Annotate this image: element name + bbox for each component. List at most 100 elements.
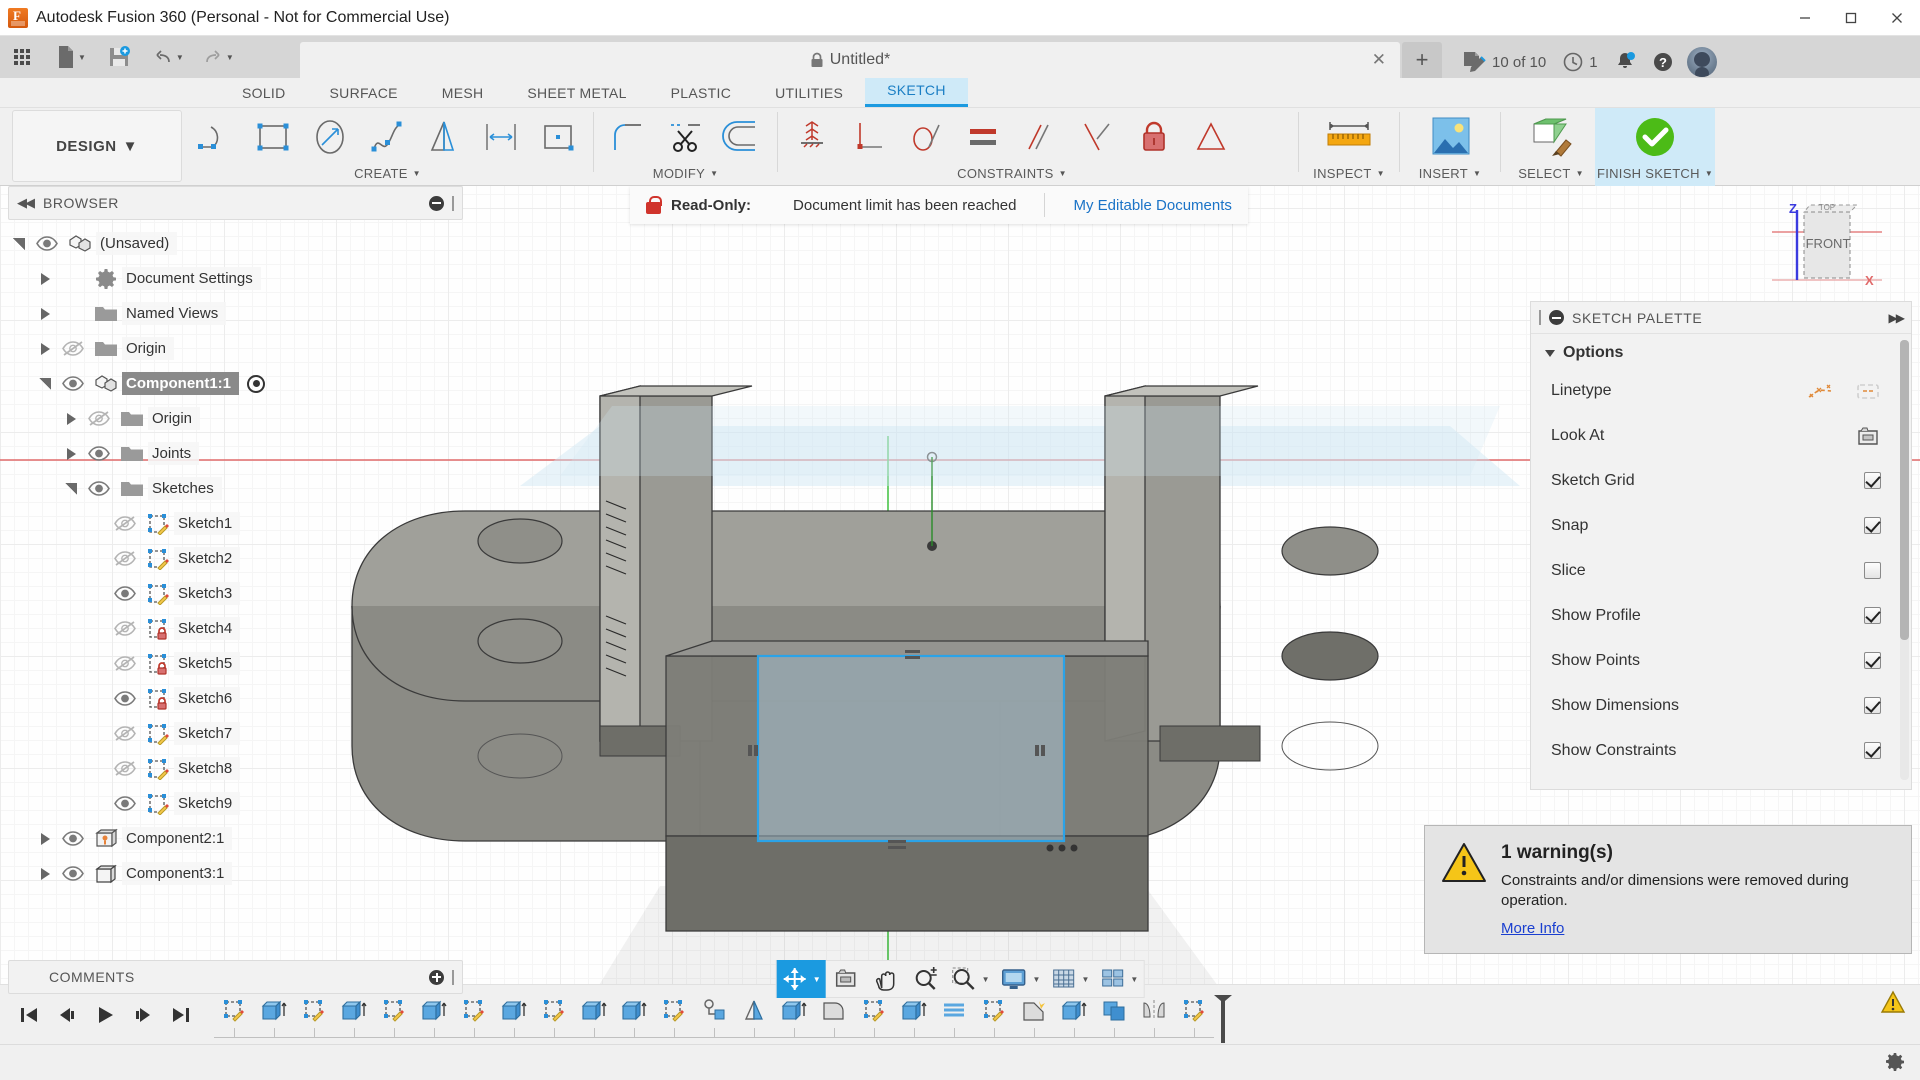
tree-item-sketch8[interactable]: Sketch8 — [8, 751, 463, 786]
tree-item-component1-1[interactable]: Component1:1 — [8, 366, 463, 401]
tree-item-named-views[interactable]: Named Views — [8, 296, 463, 331]
tree-item-component3-1[interactable]: Component3:1 — [8, 856, 463, 891]
expander-icon[interactable] — [60, 436, 82, 471]
palette-minimize-icon[interactable] — [1549, 310, 1564, 325]
tree-item-sketch7[interactable]: Sketch7 — [8, 716, 463, 751]
timeline-end-marker[interactable] — [1212, 993, 1232, 1045]
visibility-toggle-icon[interactable] — [56, 331, 90, 366]
tree-item-document-settings[interactable]: Document Settings — [8, 261, 463, 296]
visibility-toggle-icon[interactable] — [56, 856, 90, 891]
visibility-toggle-icon[interactable] — [108, 541, 142, 576]
help-button[interactable]: ? — [1645, 47, 1681, 77]
viewports-button[interactable]: ▼ — [1094, 960, 1143, 998]
coincident-constraint-icon[interactable] — [784, 110, 841, 164]
insert-image-icon[interactable] — [1406, 110, 1494, 164]
tab-surface[interactable]: SURFACE — [308, 81, 420, 107]
recent-activity-indicator[interactable]: 1 — [1555, 47, 1604, 77]
close-button[interactable] — [1874, 0, 1920, 36]
visibility-toggle-icon[interactable] — [108, 716, 142, 751]
timeline-feature-extrude[interactable] — [614, 989, 654, 1031]
parallel-constraint-icon[interactable] — [1012, 110, 1069, 164]
timeline-feature-sketch[interactable] — [214, 989, 254, 1031]
timeline-feature-extrude[interactable] — [574, 989, 614, 1031]
rectangular-pattern-icon[interactable] — [473, 110, 530, 164]
tree-item-origin[interactable]: Origin — [8, 331, 463, 366]
point-tool-icon[interactable] — [530, 110, 587, 164]
ribbon-group-insert-label[interactable]: INSERT ▼ — [1419, 166, 1481, 181]
visibility-toggle-icon[interactable] — [82, 436, 116, 471]
tab-sketch[interactable]: SKETCH — [865, 78, 968, 107]
new-tab-button[interactable]: + — [1402, 42, 1442, 78]
tab-mesh[interactable]: MESH — [420, 81, 506, 107]
comments-panel[interactable]: COMMENTS — [8, 960, 463, 994]
visibility-toggle-icon[interactable] — [108, 786, 142, 821]
visibility-toggle-icon[interactable] — [108, 506, 142, 541]
activated-component-indicator[interactable] — [247, 374, 265, 393]
visibility-toggle-icon[interactable] — [108, 576, 142, 611]
tree-item-sketch5[interactable]: Sketch5 — [8, 646, 463, 681]
select-tool-icon[interactable] — [1507, 110, 1595, 164]
timeline-feature-extrude[interactable] — [414, 989, 454, 1031]
expand-palette-icon[interactable]: ▶▶ — [1889, 311, 1906, 325]
undo-button[interactable]: ▼ — [148, 41, 188, 73]
palette-resize-grip[interactable] — [1539, 310, 1541, 325]
timeline-feature-sketch[interactable] — [374, 989, 414, 1031]
finish-sketch-icon[interactable] — [1595, 110, 1715, 164]
tree-item-sketch9[interactable]: Sketch9 — [8, 786, 463, 821]
tangent-constraint-icon[interactable] — [898, 110, 955, 164]
spline-tool-icon[interactable] — [359, 110, 416, 164]
sketch-grid-checkbox[interactable] — [1864, 472, 1881, 489]
expander-icon[interactable] — [34, 331, 56, 366]
user-avatar[interactable] — [1686, 47, 1717, 77]
app-grid-button[interactable] — [10, 41, 34, 73]
tab-sheet-metal[interactable]: SHEET METAL — [505, 81, 648, 107]
palette-scrollbar[interactable] — [1900, 340, 1909, 780]
step-forward-button[interactable] — [124, 991, 162, 1039]
collapse-browser-icon[interactable]: ◀◀ — [17, 195, 35, 211]
expander-icon[interactable] — [60, 471, 82, 506]
equal-constraint-icon[interactable] — [955, 110, 1012, 164]
tree-item-sketches[interactable]: Sketches — [8, 471, 463, 506]
tree-item-sketch3[interactable]: Sketch3 — [8, 576, 463, 611]
offset-tool-icon[interactable] — [714, 110, 771, 164]
timeline-feature-mirror[interactable] — [734, 989, 774, 1031]
snap-checkbox[interactable] — [1864, 517, 1881, 534]
show-profile-checkbox[interactable] — [1864, 607, 1881, 624]
timeline-feature-extrude[interactable] — [334, 989, 374, 1031]
tree-item-sketch2[interactable]: Sketch2 — [8, 541, 463, 576]
play-button[interactable] — [86, 991, 124, 1039]
look-at-button[interactable] — [1855, 425, 1881, 447]
browser-resize-grip[interactable] — [452, 195, 454, 211]
tree-item-sketch1[interactable]: Sketch1 — [8, 506, 463, 541]
tab-solid[interactable]: SOLID — [220, 81, 308, 107]
visibility-toggle-icon[interactable] — [56, 821, 90, 856]
measure-tool-icon[interactable] — [1305, 110, 1393, 164]
status-warning-icon[interactable] — [1880, 990, 1906, 1014]
tree-item-sketch6[interactable]: Sketch6 — [8, 681, 463, 716]
trim-tool-icon[interactable] — [657, 110, 714, 164]
maximize-button[interactable] — [1828, 0, 1874, 36]
expander-icon[interactable] — [34, 261, 56, 296]
rectangle-tool-icon[interactable] — [245, 110, 302, 164]
visibility-toggle-icon[interactable] — [108, 611, 142, 646]
redo-button[interactable]: ▼ — [198, 41, 238, 73]
show-points-checkbox[interactable] — [1864, 652, 1881, 669]
tree-item-origin[interactable]: Origin — [8, 401, 463, 436]
fillet-tool-icon[interactable] — [600, 110, 657, 164]
minimize-button[interactable] — [1782, 0, 1828, 36]
tree-item-sketch4[interactable]: Sketch4 — [8, 611, 463, 646]
timeline-feature-sketch[interactable] — [654, 989, 694, 1031]
settings-gear-icon[interactable] — [1884, 1052, 1906, 1074]
circle-tool-icon[interactable] — [302, 110, 359, 164]
step-back-button[interactable] — [48, 991, 86, 1039]
display-settings-button[interactable]: ▼ — [995, 960, 1046, 998]
construction-linetype-button[interactable] — [1807, 380, 1833, 402]
browser-minimize-icon[interactable] — [429, 195, 444, 211]
visibility-toggle-icon[interactable] — [56, 366, 90, 401]
visibility-toggle-icon[interactable] — [108, 751, 142, 786]
tree-item-unsaved[interactable]: (Unsaved) — [8, 226, 463, 261]
tree-item-component2-1[interactable]: Component2:1 — [8, 821, 463, 856]
show-constraints-checkbox[interactable] — [1864, 742, 1881, 759]
orbit-button[interactable]: ▼ — [776, 960, 826, 998]
visibility-toggle-icon[interactable] — [108, 681, 142, 716]
